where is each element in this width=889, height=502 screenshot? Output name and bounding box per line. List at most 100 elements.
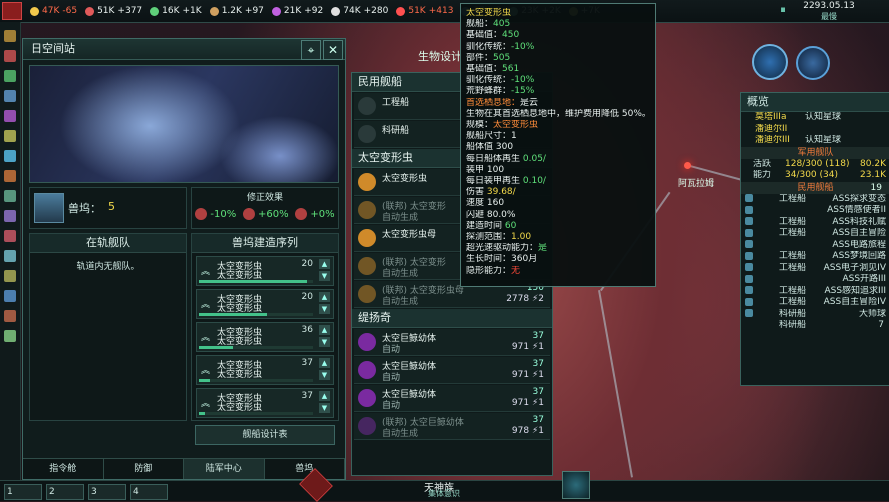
design-name: 太空变形虫: [382, 174, 428, 184]
federation-icon[interactable]: [752, 44, 788, 80]
empire-flag-icon[interactable]: [2, 2, 22, 20]
star-system[interactable]: [684, 162, 691, 169]
move-down-button[interactable]: ▼: [319, 337, 330, 347]
ship-row[interactable]: ASS情感使者II: [741, 205, 889, 217]
speed-label: 最慢: [821, 12, 837, 21]
tab-2[interactable]: 陆军中心: [184, 459, 265, 479]
menu-icon[interactable]: [4, 50, 16, 62]
tab-1[interactable]: 防御: [104, 459, 184, 479]
ship-row[interactable]: 工程船 ASS自主冒险: [741, 228, 889, 240]
design-cost: 37: [532, 359, 544, 369]
ship-row[interactable]: 工程船 ASS感知追求III: [741, 286, 889, 298]
ship-row[interactable]: ASS电路旅程: [741, 240, 889, 252]
design-item[interactable]: (联邦) 太空巨鲸幼体 自动生成 37 978 ⚡1: [354, 413, 550, 440]
move-up-button[interactable]: ▲: [319, 325, 330, 335]
menu-icon[interactable]: [4, 330, 16, 342]
queue-item-count: 37: [301, 358, 313, 368]
menu-icon[interactable]: [4, 150, 16, 162]
queue-item[interactable]: ︽ 太空变形虫 太空变形虫 20 ▲ ▼: [196, 256, 334, 286]
menu-icon[interactable]: [4, 110, 16, 122]
move-up-button[interactable]: ▲: [319, 391, 330, 401]
star-label[interactable]: 阿瓦拉姆: [678, 176, 714, 189]
tooltip-text: 荒野蜂群：: [466, 86, 512, 97]
tooltip-text: 39.68/: [486, 187, 516, 198]
ship-icon: [745, 205, 753, 214]
control-group-4[interactable]: 4: [130, 484, 168, 500]
outliner-planet[interactable]: 潘迪尔II: [741, 124, 889, 136]
resource-value: 51K: [408, 6, 426, 16]
queue-item[interactable]: ︽ 太空变形虫 太空变形虫 36 ▲ ▼: [196, 322, 334, 352]
tooltip-text: 首选栖息地：: [466, 97, 521, 108]
pin-button[interactable]: ⌖: [301, 40, 321, 60]
control-group-2[interactable]: 2: [46, 484, 84, 500]
resource-minerals[interactable]: 51K +377: [85, 6, 142, 16]
military-row[interactable]: 活跃 128/300 (118) 80.2K: [741, 159, 889, 171]
research-ship-row[interactable]: 科研船 7: [741, 320, 889, 332]
menu-icon[interactable]: [4, 90, 16, 102]
resource-energy[interactable]: 47K -65: [30, 6, 77, 16]
design-item[interactable]: 太空巨鲸幼体 自动 37 971 ⚡1: [354, 357, 550, 384]
queue-item[interactable]: ︽ 太空变形虫 太空变形虫 37 ▲ ▼: [196, 388, 334, 418]
galactic-community-icon[interactable]: [796, 46, 830, 80]
menu-icon[interactable]: [4, 130, 16, 142]
menu-icon[interactable]: [4, 30, 16, 42]
menu-icon[interactable]: [4, 190, 16, 202]
menu-icon[interactable]: [4, 230, 16, 242]
design-group-header[interactable]: 缇扬奇: [352, 309, 552, 328]
ship-name: ASS电子洞见IV: [823, 262, 886, 273]
resource-consumer-goods[interactable]: 1.2K +97: [209, 6, 264, 16]
date-display[interactable]: 2293.05.13 最慢: [769, 0, 889, 22]
menu-icon[interactable]: [4, 250, 16, 262]
close-button[interactable]: ✕: [323, 40, 343, 60]
ship-row[interactable]: 工程船 ASS自主冒险IV: [741, 297, 889, 309]
shipyard-box[interactable]: 兽坞： 5: [29, 187, 187, 229]
tab-0[interactable]: 指令舱: [23, 459, 104, 479]
ship-row[interactable]: ASS开路III: [741, 274, 889, 286]
menu-icon[interactable]: [4, 290, 16, 302]
ship-row[interactable]: 科研船 大师球: [741, 309, 889, 321]
design-item[interactable]: 太空巨鲸幼体 自动 37 971 ⚡1: [354, 385, 550, 412]
move-down-button[interactable]: ▼: [319, 304, 330, 314]
move-down-button[interactable]: ▼: [319, 403, 330, 413]
resource-alloys[interactable]: 21K +92: [271, 6, 323, 16]
resource-unity[interactable]: 51K +413: [396, 6, 453, 16]
menu-icon[interactable]: [4, 170, 16, 182]
move-up-button[interactable]: ▲: [319, 292, 330, 302]
tooltip-text: 生长时间：: [466, 254, 512, 265]
amoeba-icon: [358, 285, 376, 303]
military-section-header[interactable]: 军用舰队: [741, 146, 889, 159]
menu-icon[interactable]: [4, 310, 16, 322]
date-label: 2293.05.13: [803, 1, 855, 11]
military-row[interactable]: 能力 34/300 (34) 23.1K: [741, 170, 889, 182]
menu-icon[interactable]: [4, 270, 16, 282]
chevron-icon: ︽: [201, 333, 211, 343]
tab-3[interactable]: 兽坞: [265, 459, 345, 479]
resource-influence[interactable]: 74K +280: [331, 6, 388, 16]
move-down-button[interactable]: ▼: [319, 271, 330, 281]
control-group-3[interactable]: 3: [88, 484, 126, 500]
ship-row[interactable]: 工程船 ASS梦境回路: [741, 251, 889, 263]
outliner-planet[interactable]: 潘迪尔III 认知星球: [741, 135, 889, 147]
queue-progress-bar: [199, 280, 313, 283]
ship-row[interactable]: 工程船 ASS电子洞见IV: [741, 263, 889, 275]
civil-section-header[interactable]: 民用舰船 19: [741, 181, 889, 194]
ship-row[interactable]: 工程船 ASS探求变态: [741, 194, 889, 206]
move-up-button[interactable]: ▲: [319, 358, 330, 368]
situation-log-button[interactable]: [562, 471, 590, 499]
queue-item[interactable]: ︽ 太空变形虫 太空变形虫 37 ▲ ▼: [196, 355, 334, 385]
military-value: 34/300 (34): [785, 170, 838, 180]
move-up-button[interactable]: ▲: [319, 259, 330, 269]
ship-row[interactable]: 工程船 ASS科技礼赋: [741, 217, 889, 229]
menu-icon[interactable]: [4, 70, 16, 82]
modifier-icon: [242, 208, 255, 220]
ship-design-button[interactable]: 舰船设计表: [195, 425, 335, 445]
resource-food[interactable]: 16K +1K: [150, 6, 202, 16]
outliner-planet[interactable]: 莫塔IIIa 认知星球: [741, 112, 889, 124]
move-down-button[interactable]: ▼: [319, 370, 330, 380]
design-name: 太空变形虫母: [382, 230, 437, 240]
modifier-title: 修正效果: [246, 193, 283, 203]
menu-icon[interactable]: [4, 210, 16, 222]
control-group-1[interactable]: 1: [4, 484, 42, 500]
design-item[interactable]: 太空巨鲸幼体 自动 37 971 ⚡1: [354, 329, 550, 356]
queue-item[interactable]: ︽ 太空变形虫 太空变形虫 20 ▲ ▼: [196, 289, 334, 319]
